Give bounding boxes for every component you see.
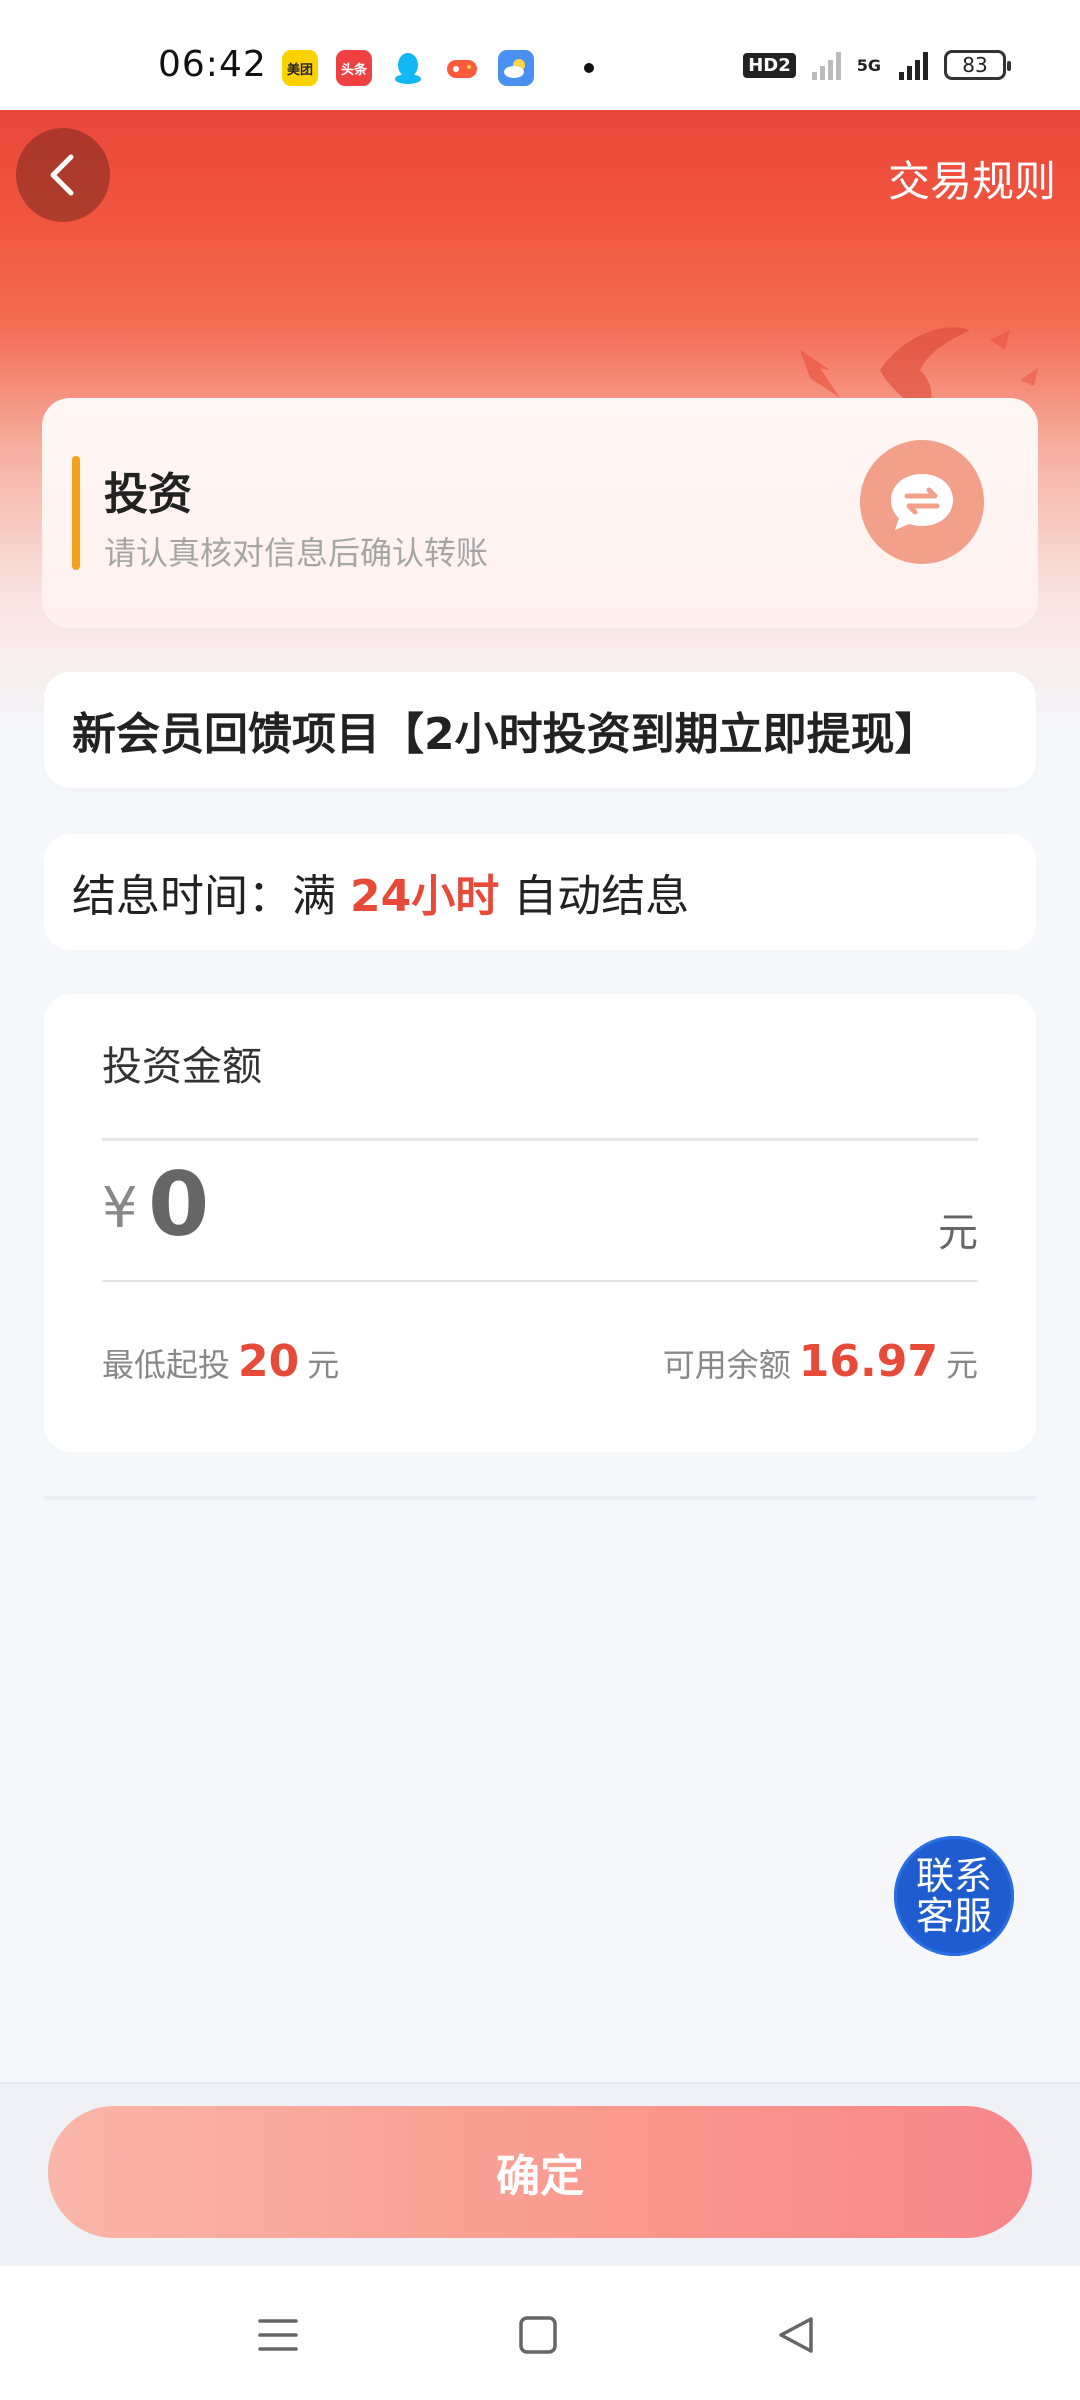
toutiao-icon: 头条 [336,50,372,86]
hd-badge: HD2 [743,52,796,78]
interest-duration: 24小时 [350,871,500,922]
status-app-icons: 美团 头条 [282,50,594,86]
invest-info-card: 投资 请认真核对信息后确认转账 [42,398,1038,628]
qq-icon [390,50,426,86]
home-square-icon [519,2316,557,2354]
min-invest-unit: 元 [307,1346,340,1384]
exchange-icon [860,440,984,564]
menu-icon [258,2319,298,2351]
confirm-button[interactable]: 确定 [48,2106,1032,2238]
amount-label: 投资金额 [102,1044,262,1090]
signal-icon [899,50,928,80]
amount-input[interactable] [148,1154,848,1254]
chevron-left-icon [50,154,74,196]
balance-unit: 元 [945,1346,978,1384]
divider [102,1138,978,1141]
system-nav-bar [0,2266,1080,2400]
balance-label: 可用余额 [662,1346,791,1384]
available-balance: 可用余额 16.97 元 [663,1336,978,1387]
interest-suffix: 自动结息 [513,871,690,922]
invest-title: 投资 [104,469,192,520]
divider [102,1280,978,1282]
menu-nav-button[interactable] [248,2310,308,2360]
back-button[interactable] [16,128,110,222]
status-time: 06:42 [158,44,267,85]
home-nav-button[interactable] [508,2310,568,2360]
project-name: 新会员回馈项目【2小时投资到期立即提现】 [72,709,939,760]
amount-card: 投资金额 ¥ 元 最低起投 20 元 可用余额 16.97 元 [44,994,1036,1452]
signal-weak-icon [811,50,841,80]
balance-value: 16.97 [798,1336,938,1387]
customer-service-line2: 客服 [915,1894,992,1938]
back-triangle-icon [779,2317,813,2353]
interest-time-card: 结息时间：满 24小时 自动结息 [44,834,1036,950]
bottom-action-panel: 确定 [0,2082,1080,2266]
min-invest: 最低起投 20 元 [102,1336,339,1387]
customer-service-button[interactable]: 联系 客服 [894,1836,1014,1956]
trade-rules-link[interactable]: 交易规则 [888,148,1056,209]
min-invest-label: 最低起投 [102,1346,231,1384]
game-icon [444,50,480,86]
customer-service-line1: 联系 [915,1854,992,1898]
notification-dot [584,63,594,73]
network-type: 5G [856,55,881,75]
currency-symbol: ¥ [102,1176,138,1241]
status-indicators: HD2 5G 83 [743,50,1011,80]
min-invest-value: 20 [238,1336,300,1387]
project-name-card: 新会员回馈项目【2小时投资到期立即提现】 [44,672,1036,788]
status-bar: 06:42 美团 头条 HD2 5G 83 [0,0,1080,110]
back-nav-button[interactable] [766,2310,826,2360]
interest-prefix: 结息时间：满 [72,871,336,922]
weather-icon [498,50,534,86]
section-divider [44,1496,1036,1500]
meituan-icon: 美团 [282,50,318,86]
amount-unit: 元 [938,1210,978,1256]
invest-subtitle: 请认真核对信息后确认转账 [104,534,489,572]
battery-icon: 83 [944,50,1011,80]
